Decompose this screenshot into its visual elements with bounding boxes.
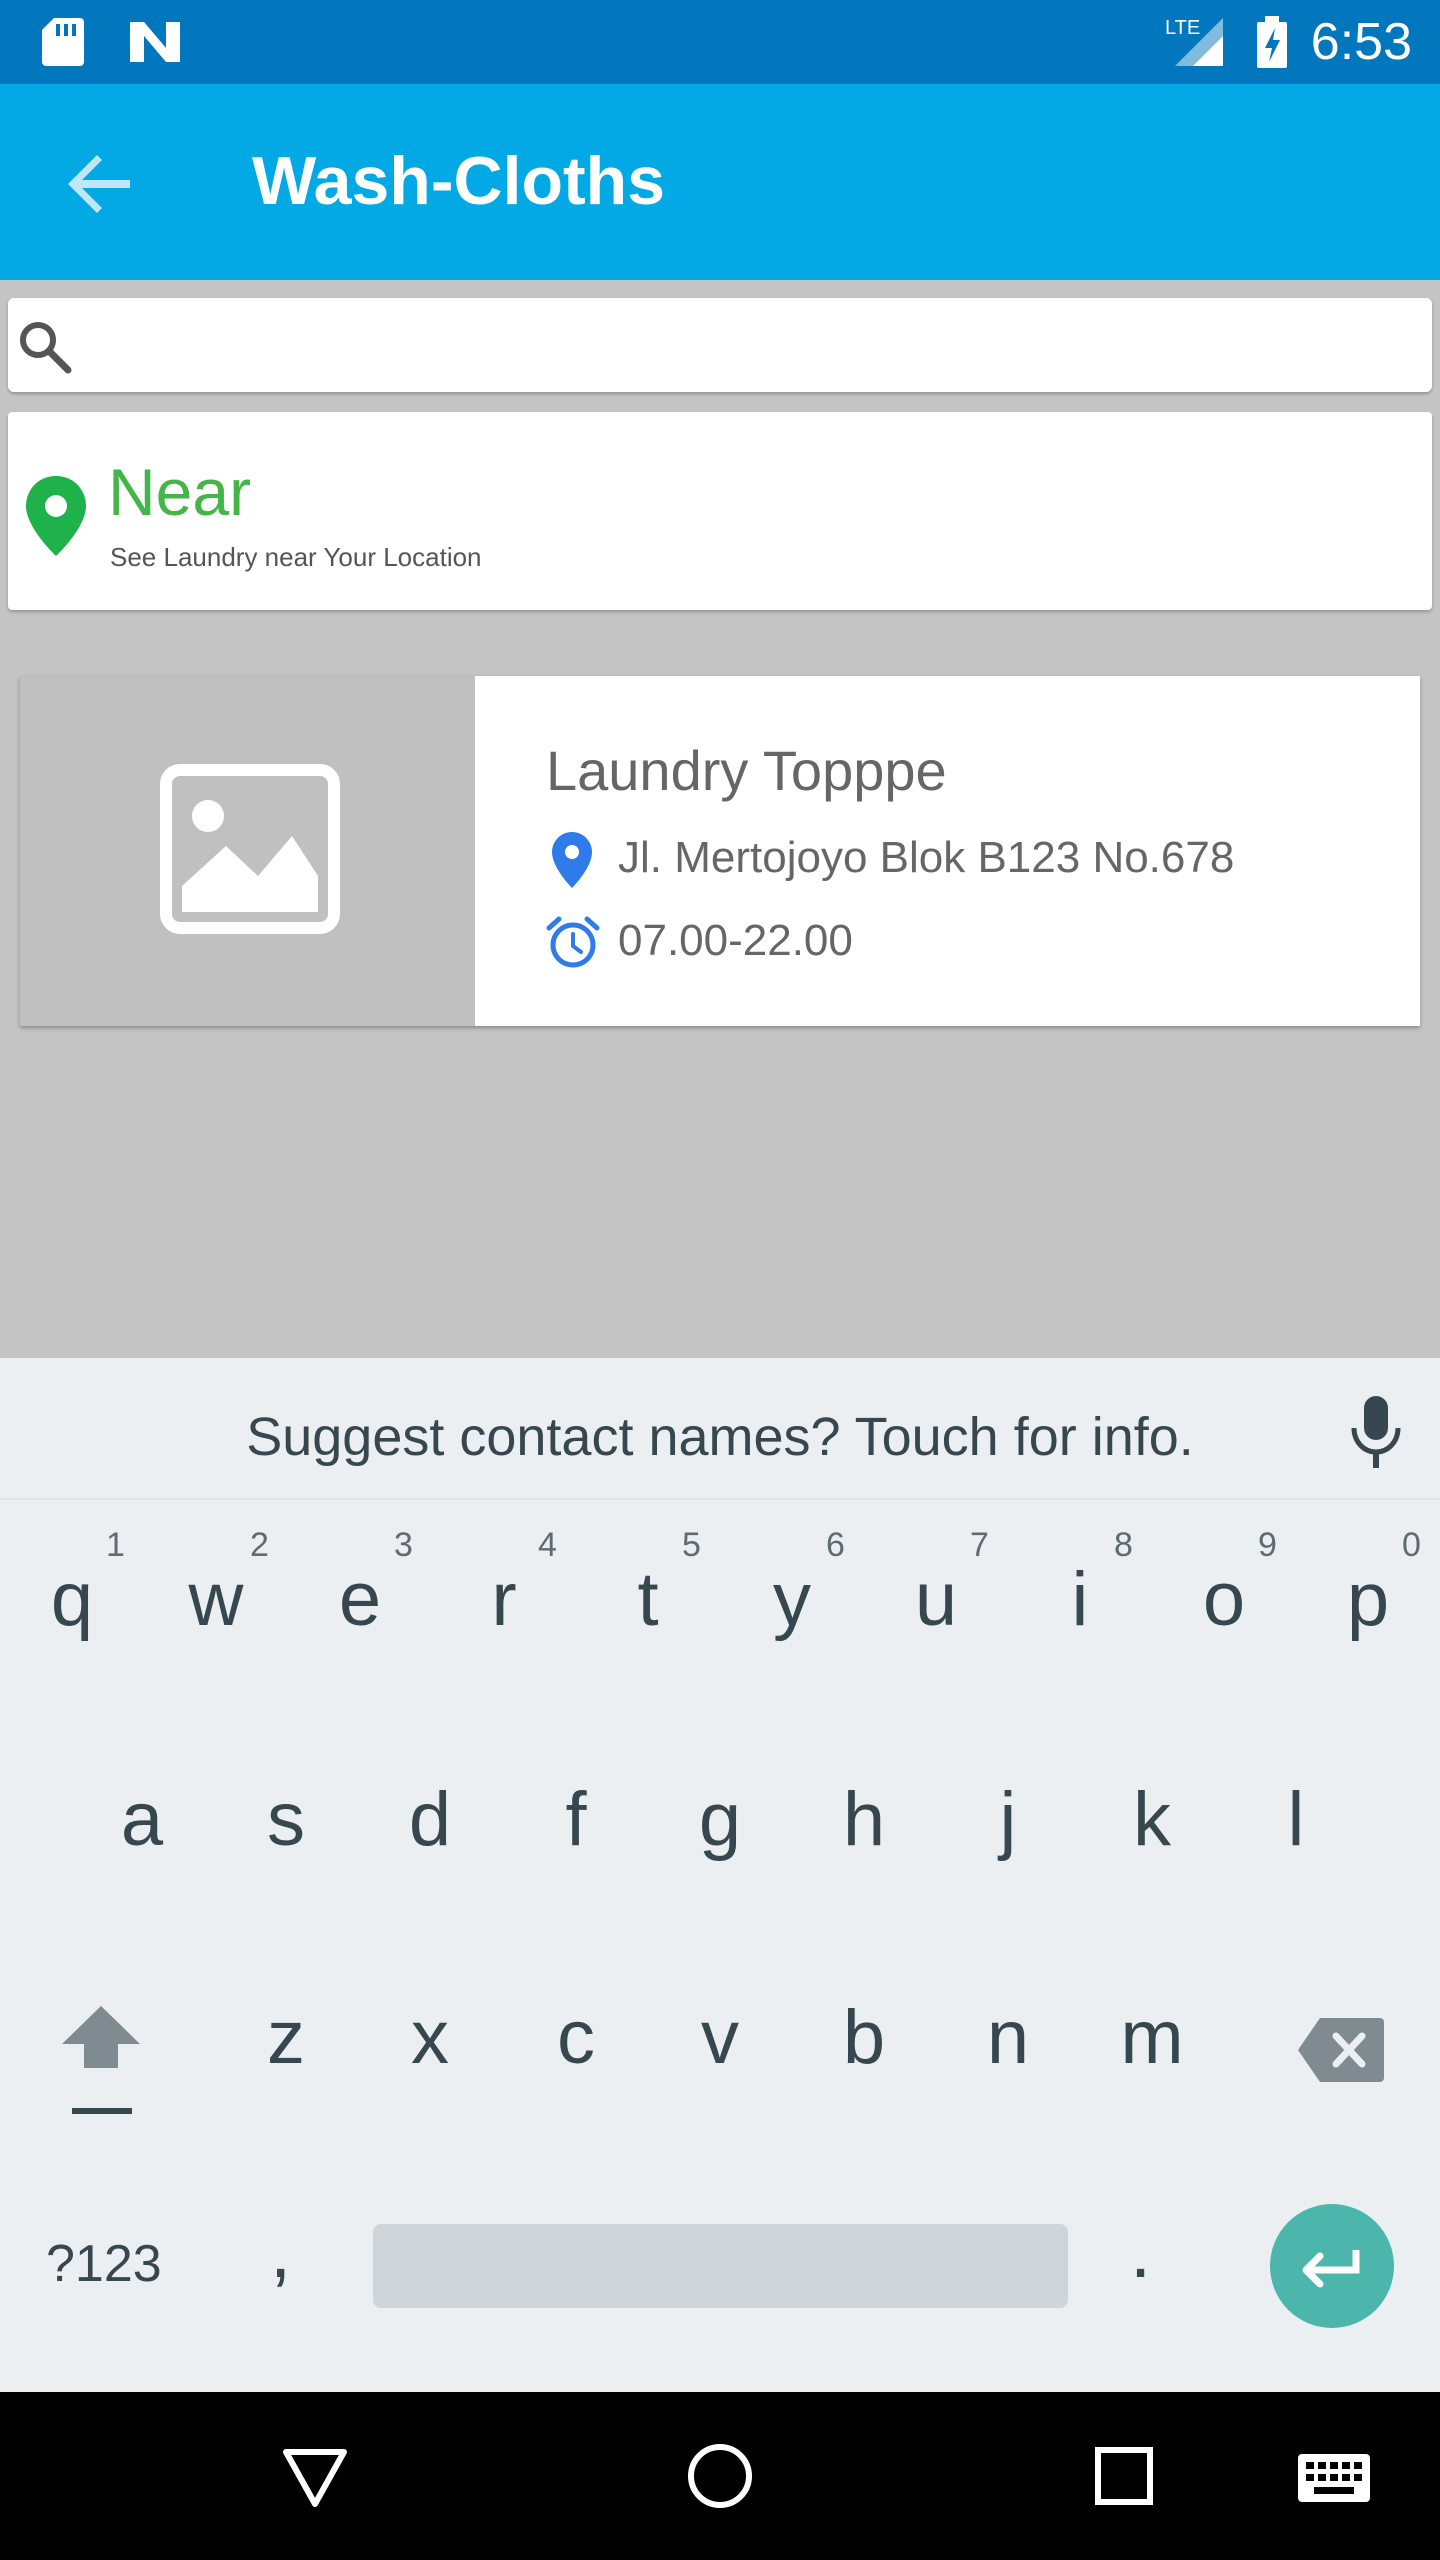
image-placeholder-icon: [160, 764, 340, 934]
sd-card-icon: [42, 18, 84, 66]
app-bar: Wash-Cloths: [0, 84, 1440, 280]
key-s[interactable]: s: [236, 1776, 336, 1863]
key-label: y: [773, 1557, 811, 1642]
key-z[interactable]: z: [236, 1994, 336, 2081]
key-e[interactable]: e: [310, 1556, 410, 1643]
key-w[interactable]: w: [166, 1556, 266, 1643]
search-input[interactable]: [88, 298, 1412, 394]
key-v[interactable]: v: [670, 1994, 770, 2081]
signal-icon: LTE: [1165, 17, 1223, 66]
key-hint: 1: [106, 1526, 125, 1564]
location-pin-icon: [552, 832, 592, 888]
key-hint: 3: [394, 1526, 413, 1564]
key-y[interactable]: y: [742, 1556, 842, 1643]
location-pin-icon: [26, 476, 86, 556]
key-label: i: [1071, 1557, 1089, 1642]
key-r[interactable]: r: [454, 1556, 554, 1643]
status-left-icons: [40, 16, 184, 68]
key-q[interactable]: q: [22, 1556, 122, 1643]
recents-square-icon[interactable]: [1094, 2446, 1154, 2506]
key-m[interactable]: m: [1102, 1994, 1202, 2081]
key-hint: 9: [1258, 1526, 1277, 1564]
symbols-key[interactable]: ?123: [46, 2234, 162, 2294]
period-key[interactable]: .: [1130, 2208, 1151, 2295]
key-a[interactable]: a: [92, 1776, 192, 1863]
key-label: o: [1202, 1557, 1246, 1642]
back-triangle-icon[interactable]: [280, 2446, 350, 2510]
key-hint: 2: [250, 1526, 269, 1564]
key-h[interactable]: h: [814, 1776, 914, 1863]
laundry-name: Laundry Topppe: [546, 739, 947, 802]
home-circle-icon[interactable]: [686, 2442, 754, 2510]
key-f[interactable]: f: [526, 1776, 626, 1863]
laundry-thumbnail: [20, 676, 475, 1026]
search-icon: [20, 322, 72, 374]
key-hint: 6: [826, 1526, 845, 1564]
page-title: Wash-Cloths: [252, 143, 666, 219]
backspace-icon[interactable]: [1296, 2014, 1386, 2086]
key-c[interactable]: c: [526, 1994, 626, 2081]
battery-icon: [1256, 16, 1287, 68]
key-j[interactable]: j: [958, 1776, 1058, 1863]
suggestion-text[interactable]: Suggest contact names? Touch for info.: [0, 1406, 1440, 1468]
key-n[interactable]: n: [958, 1994, 1058, 2081]
n-logo-icon: [130, 22, 180, 62]
key-label: t: [637, 1557, 659, 1642]
navigation-bar: [0, 2392, 1440, 2560]
soft-keyboard: Suggest contact names? Touch for info. q…: [0, 1358, 1440, 2392]
laundry-hours: 07.00-22.00: [618, 916, 853, 965]
keyboard-icon[interactable]: [1296, 2452, 1372, 2504]
key-d[interactable]: d: [380, 1776, 480, 1863]
laundry-address: Jl. Mertojoyo Blok B123 No.678: [618, 833, 1235, 882]
shift-icon[interactable]: [56, 1998, 146, 2118]
space-key[interactable]: [373, 2224, 1068, 2308]
near-title: Near: [108, 455, 252, 529]
key-u[interactable]: u: [886, 1556, 986, 1643]
status-time: 6:53: [1310, 13, 1412, 71]
key-label: p: [1346, 1557, 1390, 1642]
status-bar: LTE 6:53: [0, 0, 1440, 84]
alarm-clock-icon: [546, 916, 600, 968]
enter-icon: [1302, 2250, 1360, 2288]
suggestion-strip[interactable]: Suggest contact names? Touch for info.: [0, 1358, 1440, 1500]
key-p[interactable]: p: [1318, 1556, 1418, 1643]
key-hint: 5: [682, 1526, 701, 1564]
search-box[interactable]: [8, 298, 1432, 394]
key-label: r: [491, 1557, 517, 1642]
key-x[interactable]: x: [380, 1994, 480, 2081]
near-subtitle: See Laundry near Your Location: [110, 542, 482, 572]
key-label: e: [338, 1557, 382, 1642]
key-g[interactable]: g: [670, 1776, 770, 1863]
microphone-icon[interactable]: [1344, 1394, 1408, 1470]
key-label: w: [188, 1557, 244, 1642]
enter-key[interactable]: [1270, 2204, 1394, 2328]
key-hint: 4: [538, 1526, 557, 1564]
key-hint: 7: [970, 1526, 989, 1564]
key-label: q: [50, 1557, 94, 1642]
key-i[interactable]: i: [1030, 1556, 1130, 1643]
key-hint: 8: [1114, 1526, 1133, 1564]
key-hint: 0: [1402, 1526, 1421, 1564]
network-label: LTE: [1165, 17, 1200, 39]
key-o[interactable]: o: [1174, 1556, 1274, 1643]
arrow-back-icon[interactable]: [60, 144, 140, 224]
key-t[interactable]: t: [598, 1556, 698, 1643]
laundry-card[interactable]: Laundry Topppe Jl. Mertojoyo Blok B123 N…: [20, 676, 1420, 1026]
key-k[interactable]: k: [1102, 1776, 1202, 1863]
comma-key[interactable]: ,: [270, 2208, 291, 2295]
status-right-icons: LTE 6:53: [1163, 0, 1412, 84]
key-l[interactable]: l: [1246, 1776, 1346, 1863]
key-label: u: [914, 1557, 958, 1642]
near-card[interactable]: Near See Laundry near Your Location: [8, 412, 1432, 610]
key-b[interactable]: b: [814, 1994, 914, 2081]
